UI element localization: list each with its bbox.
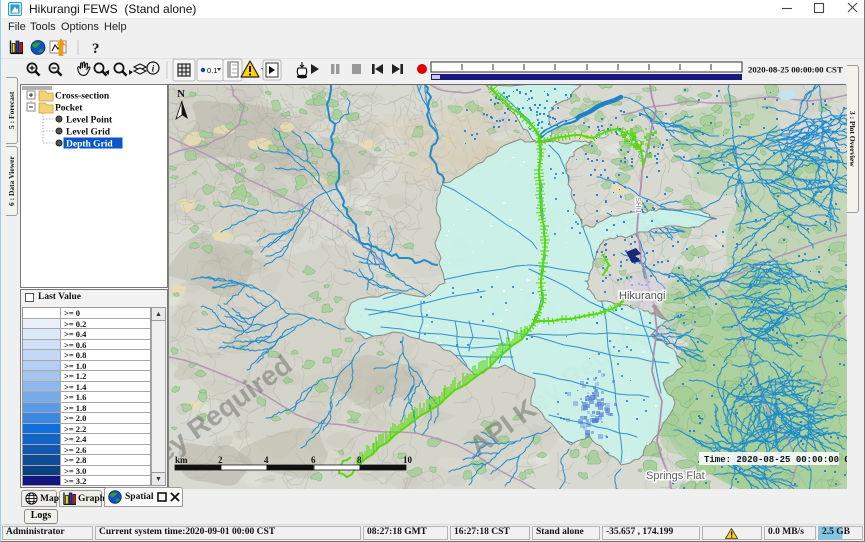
svg-text:10: 10: [403, 455, 413, 465]
svg-text:?: ?: [92, 41, 100, 57]
svg-text:Hikurangi: Hikurangi: [619, 290, 665, 302]
svg-text:SH 1: SH 1: [634, 197, 643, 214]
svg-text:N: N: [177, 88, 185, 100]
svg-text:4: 4: [264, 455, 269, 465]
svg-text:Cross-section: Cross-section: [55, 92, 110, 102]
svg-text:km: km: [175, 455, 188, 465]
svg-text:Level Point: Level Point: [66, 116, 113, 126]
svg-text:Level Grid: Level Grid: [66, 128, 111, 138]
svg-text:i: i: [152, 64, 155, 74]
svg-text:0.1: 0.1: [207, 66, 217, 75]
svg-text:2: 2: [218, 455, 223, 465]
svg-text:2020-08-25 00:00:00 CST: 2020-08-25 00:00:00 CST: [748, 65, 843, 75]
svg-text:Depth Grid: Depth Grid: [66, 140, 113, 150]
svg-text:6: 6: [311, 455, 316, 465]
svg-text:Pocket: Pocket: [55, 104, 83, 114]
svg-text:Springs Flat: Springs Flat: [646, 470, 705, 482]
svg-text:Time: 2020-08-25 00:00:00 CST: Time: 2020-08-25 00:00:00 CST: [704, 455, 847, 465]
svg-text:8: 8: [357, 455, 362, 465]
